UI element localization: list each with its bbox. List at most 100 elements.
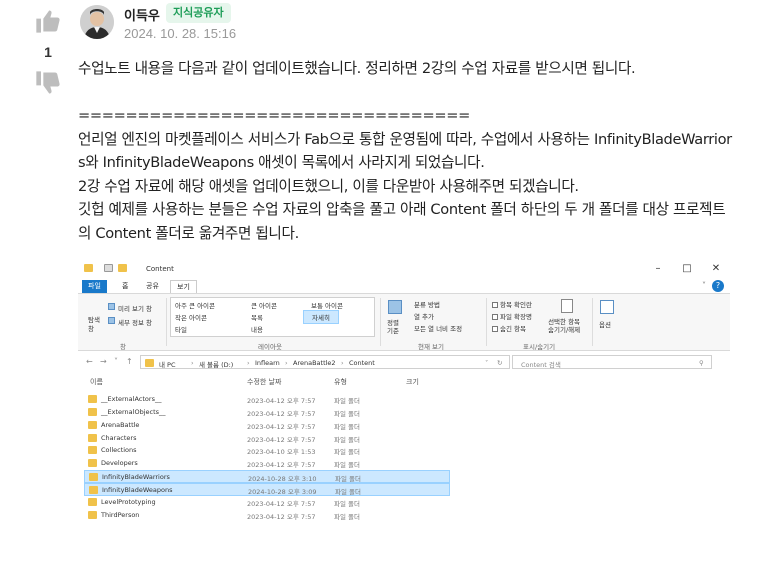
minimize-icon: –: [655, 263, 661, 274]
details-pane-icon: [108, 317, 115, 324]
nav-pane-button: 탐색 창: [88, 316, 100, 333]
fit-columns-button: 모든 열 너비 조정: [414, 325, 463, 333]
explorer-search: Content 검색 ⚲: [512, 355, 712, 369]
post-date: 2024. 10. 28. 15:16: [124, 26, 237, 41]
vote-count: 1: [44, 44, 52, 60]
file-row: ArenaBattle 2023-04-12 오후 7:57 파일 폴더: [84, 419, 450, 432]
folder-icon: [145, 359, 154, 367]
vote-column: 1: [32, 8, 64, 96]
file-name: __ExternalObjects__: [101, 407, 166, 416]
add-column-button: 열 추가: [414, 313, 435, 321]
post-paragraph: 깃헙 예제를 사용하는 분들은 수업 자료의 압축을 풀고 아래 Content…: [78, 201, 726, 242]
layout-xl-icons: 아주 큰 아이콘: [175, 302, 216, 310]
file-type: 파일 폴더: [334, 512, 360, 521]
thumbs-up-icon[interactable]: [34, 8, 62, 34]
file-date: 2023-04-12 오후 7:57: [247, 435, 316, 444]
maximize-icon: □: [682, 263, 692, 274]
item-checkboxes-option: 항목 확인란: [492, 299, 532, 309]
refresh-icon: ↻: [497, 359, 503, 367]
explorer-title: Content: [146, 265, 174, 273]
folder-icon: [88, 459, 97, 468]
breadcrumb-item: Content: [349, 359, 375, 367]
file-row: LevelPrototyping 2023-04-12 오후 7:57 파일 폴더: [84, 496, 450, 509]
file-name: ArenaBattle: [101, 420, 140, 429]
menu-home: 홈: [122, 282, 129, 290]
file-row: __ExternalObjects__ 2023-04-12 오후 7:57 파일 …: [84, 406, 450, 419]
show-hide-group-label: 표시/숨기기: [523, 343, 556, 351]
sort-icon: [388, 300, 402, 314]
file-type: 파일 폴더: [335, 487, 361, 496]
chevron-down-icon: ˅: [114, 357, 118, 366]
file-date: 2024-10-28 오후 3:09: [248, 487, 317, 496]
file-date: 2023-04-12 오후 7:57: [247, 512, 316, 521]
file-type: 파일 폴더: [334, 499, 360, 508]
file-name: InfinityBladeWeapons: [102, 485, 173, 494]
menu-view: 보기: [170, 280, 197, 293]
file-name: LevelPrototyping: [101, 497, 156, 506]
file-date: 2023-04-12 오후 7:57: [247, 422, 316, 431]
avatar-photo-icon: [80, 5, 114, 39]
layout-list: 목록: [251, 314, 263, 322]
file-type: 파일 폴더: [334, 435, 360, 444]
file-date: 2023-04-10 오후 1:53: [247, 448, 316, 457]
post-paragraph: 언리얼 엔진의 마켓플레이스 서비스가 Fab으로 통합 운영됨에 따라, 수업…: [78, 130, 732, 172]
thumbs-down-icon[interactable]: [34, 70, 62, 96]
folder-icon: [88, 407, 97, 416]
column-date: 수정한 날짜: [247, 378, 282, 386]
options-icon: [600, 300, 614, 314]
layout-s-icons: 작은 아이콘: [175, 314, 207, 322]
file-date: 2024-10-28 오후 3:10: [248, 475, 317, 484]
breadcrumb-item: 새 볼륨 (D:): [199, 361, 234, 369]
help-icon: ?: [712, 280, 724, 292]
group-by-button: 분류 방법: [414, 301, 440, 309]
preview-pane-label: 미리 보기 창: [118, 305, 153, 313]
file-date: 2023-04-12 오후 7:57: [247, 461, 316, 470]
hidden-items-option: 숨긴 항목: [492, 323, 526, 333]
chevron-down-icon: ˅: [485, 359, 489, 367]
explorer-ribbon: 탐색 창 미리 보기 창 세부 정보 창 창 아주 큰 아이콘 큰 아이콘 보통…: [78, 293, 730, 351]
file-type: 파일 폴더: [334, 397, 360, 405]
search-icon: ⚲: [699, 359, 704, 367]
folder-icon: [118, 264, 127, 272]
layout-tiles: 타일: [175, 326, 187, 334]
file-extensions-option: 파일 확장명: [492, 311, 532, 321]
column-name: 이름: [90, 378, 103, 386]
pane-group-label: 창: [120, 343, 126, 351]
file-type: 파일 폴더: [334, 448, 360, 457]
folder-icon: [84, 264, 93, 272]
layout-group-label: 레이아웃: [258, 343, 282, 351]
file-name: InfinityBladeWarriors: [102, 473, 170, 482]
explorer-addressbar: ← → ˅ ↑ 내 PC › 새 볼륨 (D:) › Inflearn › Ar…: [78, 354, 730, 370]
menu-share: 공유: [146, 282, 159, 290]
author-name[interactable]: 이득우: [124, 5, 160, 24]
explorer-screenshot: Content – □ ✕ 파일 홈 공유 보기 ˅ ? 탐색 창 미리 보기 …: [78, 258, 730, 528]
hide-selected-icon: [561, 299, 573, 313]
file-name: Collections: [101, 446, 137, 455]
layout-m-icons: 보통 아이콘: [311, 302, 343, 310]
file-row: Characters 2023-04-12 오후 7:57 파일 폴더: [84, 432, 450, 445]
avatar[interactable]: [80, 5, 114, 39]
file-row: InfinityBladeWarriors 2024-10-28 오후 3:10 파…: [84, 470, 450, 483]
breadcrumb-item: 내 PC: [159, 361, 176, 369]
back-icon: ←: [86, 357, 93, 366]
folder-icon: [89, 473, 98, 482]
layout-details: 자세히: [303, 310, 339, 324]
details-pane-label: 세부 정보 창: [118, 319, 153, 327]
hide-selected-button: 선택한 항목 숨기기/해제: [548, 318, 581, 334]
layout-gallery: 아주 큰 아이콘 큰 아이콘 보통 아이콘 작은 아이콘 목록 자세히 타일 내…: [170, 297, 375, 337]
folder-icon: [88, 395, 97, 403]
file-name: ThirdPerson: [101, 510, 140, 519]
file-type: 파일 폴더: [334, 409, 360, 418]
file-row: InfinityBladeWeapons 2024-10-28 오후 3:09 파일…: [84, 482, 450, 496]
file-name: Characters: [101, 433, 137, 442]
explorer-titlebar: Content – □ ✕: [78, 258, 730, 280]
post-paragraph: 2강 수업 자료에 해당 애셋을 업데이트했으니, 이를 다운받아 사용해주면 …: [78, 177, 579, 195]
file-name: Developers: [101, 459, 138, 468]
column-size: 크기: [406, 378, 419, 386]
search-placeholder: Content 검색: [521, 361, 561, 369]
folder-icon: [88, 510, 97, 519]
layout-l-icons: 큰 아이콘: [251, 302, 277, 310]
file-date: 2023-04-12 오후 7:57: [247, 397, 316, 405]
chevron-down-icon: ˅: [702, 281, 706, 290]
file-row: Collections 2023-04-10 오후 1:53 파일 폴더: [84, 444, 450, 457]
